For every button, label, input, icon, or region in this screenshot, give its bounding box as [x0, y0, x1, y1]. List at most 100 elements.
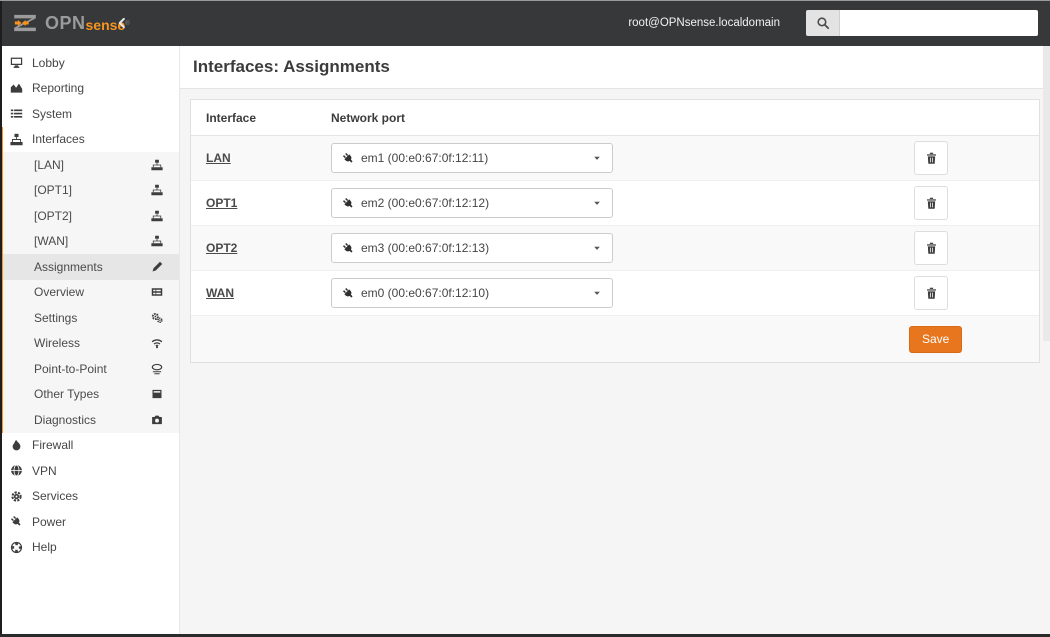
sidebar-item-label: Reporting: [32, 81, 85, 96]
interface-link-opt1[interactable]: OPT1: [206, 196, 237, 210]
caret-down-icon: [592, 288, 602, 298]
sidebar-item-settings[interactable]: Settings: [3, 305, 179, 331]
network-port-select-opt2[interactable]: em3 (00:e0:67:0f:12:13): [331, 233, 613, 263]
plug-icon: [342, 287, 355, 300]
submenu-item-label: Point-to-Point: [34, 361, 107, 376]
sidebar-item-lobby[interactable]: Lobby: [0, 50, 179, 76]
opnsense-logo-icon: [12, 10, 38, 36]
interface-link-lan[interactable]: LAN: [206, 151, 231, 165]
window-left-edge: [0, 0, 2, 637]
sidebar-item-assignments[interactable]: Assignments: [3, 254, 179, 280]
area-chart-icon: [9, 82, 24, 95]
desktop-icon: [9, 56, 24, 69]
globe-icon: [9, 464, 24, 477]
sidebar-item-reporting[interactable]: Reporting: [0, 76, 179, 102]
delete-interface-button-wan[interactable]: [914, 276, 948, 310]
table-header-row: Interface Network port: [191, 100, 1039, 136]
assignments-panel: Interface Network port LAN em1 (00:e0:67…: [190, 99, 1040, 363]
interface-link-opt2[interactable]: OPT2: [206, 241, 237, 255]
sidebar-collapse-chevron-icon[interactable]: [116, 17, 128, 29]
wifi-icon: [151, 337, 163, 349]
life-ring-icon: [9, 541, 24, 554]
sidebar-item-interfaces[interactable]: Interfaces: [3, 127, 179, 153]
submenu-item-label: [WAN]: [34, 234, 69, 249]
brand-text-opn: OPN: [45, 13, 86, 33]
sidebar-item-lan[interactable]: [LAN]: [3, 152, 179, 178]
sidebar-item-other-types[interactable]: Other Types: [3, 382, 179, 408]
network-port-select-opt1[interactable]: em2 (00:e0:67:0f:12:12): [331, 188, 613, 218]
column-header-interface: Interface: [206, 110, 257, 125]
sidebar-item-help[interactable]: Help: [0, 535, 179, 561]
network-port-value: em2 (00:e0:67:0f:12:12): [361, 196, 490, 210]
sidebar-item-point-to-point[interactable]: Point-to-Point: [3, 356, 179, 382]
list-icon: [9, 107, 24, 120]
sidebar-item-firewall[interactable]: Firewall: [0, 433, 179, 459]
sidebar-item-opt2[interactable]: [OPT2]: [3, 203, 179, 229]
sidebar-item-label: VPN: [32, 463, 57, 478]
submenu-item-label: [OPT2]: [34, 208, 73, 223]
sidebar-item-power[interactable]: Power: [0, 509, 179, 535]
sitemap-icon: [151, 159, 163, 171]
interfaces-expanded-section: Interfaces [LAN] [OPT1] [OPT2] [WAN] Ass…: [0, 126, 179, 433]
delete-interface-button-opt2[interactable]: [914, 231, 948, 265]
sidebar-item-overview[interactable]: Overview: [3, 280, 179, 306]
gear-icon: [9, 490, 24, 503]
opnsense-logo[interactable]: OPN sense ®: [12, 0, 130, 46]
submenu-item-label: Other Types: [34, 387, 100, 402]
sidebar-item-wireless[interactable]: Wireless: [3, 331, 179, 357]
sidebar-item-services[interactable]: Services: [0, 484, 179, 510]
sidebar-item-opt1[interactable]: [OPT1]: [3, 178, 179, 204]
content-header: Interfaces: Assignments: [180, 46, 1050, 89]
main-content: Interfaces: Assignments Interface Networ…: [180, 46, 1050, 637]
network-port-value: em3 (00:e0:67:0f:12:13): [361, 241, 490, 255]
list-alt-icon: [151, 286, 163, 298]
network-port-select-wan[interactable]: em0 (00:e0:67:0f:12:10): [331, 278, 613, 308]
logged-in-user: root@OPNsense.localdomain: [628, 17, 780, 29]
save-button[interactable]: Save: [909, 325, 963, 353]
sidebar-item-vpn[interactable]: VPN: [0, 458, 179, 484]
submenu-item-label: Assignments: [34, 259, 103, 274]
network-port-select-lan[interactable]: em1 (00:e0:67:0f:12:11): [331, 143, 613, 173]
sidebar-item-system[interactable]: System: [0, 101, 179, 127]
submenu-item-label: Overview: [34, 285, 85, 300]
column-header-network-port: Network port: [331, 110, 406, 125]
sidebar-item-label: Firewall: [32, 438, 74, 453]
sidebar-item-label: System: [32, 106, 73, 121]
sitemap-icon: [9, 133, 24, 146]
top-header-bar: OPN sense ® root@OPNsense.localdomain: [0, 0, 1050, 46]
inbox-icon: [151, 388, 163, 400]
sitemap-icon: [151, 210, 163, 222]
trash-icon: [925, 286, 938, 300]
sitemap-icon: [151, 235, 163, 247]
sidebar-item-wan[interactable]: [WAN]: [3, 229, 179, 255]
table-row-wan: WAN em0 (00:e0:67:0f:12:10): [191, 271, 1039, 316]
delete-interface-button-lan[interactable]: [914, 141, 948, 175]
submenu-item-label: [LAN]: [34, 157, 65, 172]
plug-icon: [342, 197, 355, 210]
interfaces-submenu: [LAN] [OPT1] [OPT2] [WAN] Assignments Ov…: [3, 152, 179, 433]
fire-icon: [9, 439, 24, 452]
modem-icon: [151, 363, 163, 375]
search-input[interactable]: [840, 10, 1038, 36]
search-icon: [816, 16, 830, 30]
network-port-value: em0 (00:e0:67:0f:12:10): [361, 286, 490, 300]
window-top-edge: [0, 0, 1050, 1]
interface-link-wan[interactable]: WAN: [206, 286, 234, 300]
plug-icon: [342, 242, 355, 255]
scrollbar[interactable]: [1043, 46, 1050, 341]
submenu-item-label: [OPT1]: [34, 183, 73, 198]
caret-down-icon: [592, 198, 602, 208]
table-row-opt2: OPT2 em3 (00:e0:67:0f:12:13): [191, 226, 1039, 271]
delete-interface-button-opt1[interactable]: [914, 186, 948, 220]
table-row-lan: LAN em1 (00:e0:67:0f:12:11): [191, 136, 1039, 181]
pencil-icon: [151, 261, 163, 273]
sidebar-item-diagnostics[interactable]: Diagnostics: [3, 407, 179, 433]
caret-down-icon: [592, 153, 602, 163]
plug-icon: [342, 152, 355, 165]
plug-icon: [9, 515, 24, 528]
sidebar-item-label: Interfaces: [32, 132, 85, 147]
sidebar-nav: Lobby Reporting System Interfaces [LAN] …: [0, 46, 180, 637]
page-title: Interfaces: Assignments: [193, 57, 390, 76]
trash-icon: [925, 151, 938, 165]
table-row-opt1: OPT1 em2 (00:e0:67:0f:12:12): [191, 181, 1039, 226]
